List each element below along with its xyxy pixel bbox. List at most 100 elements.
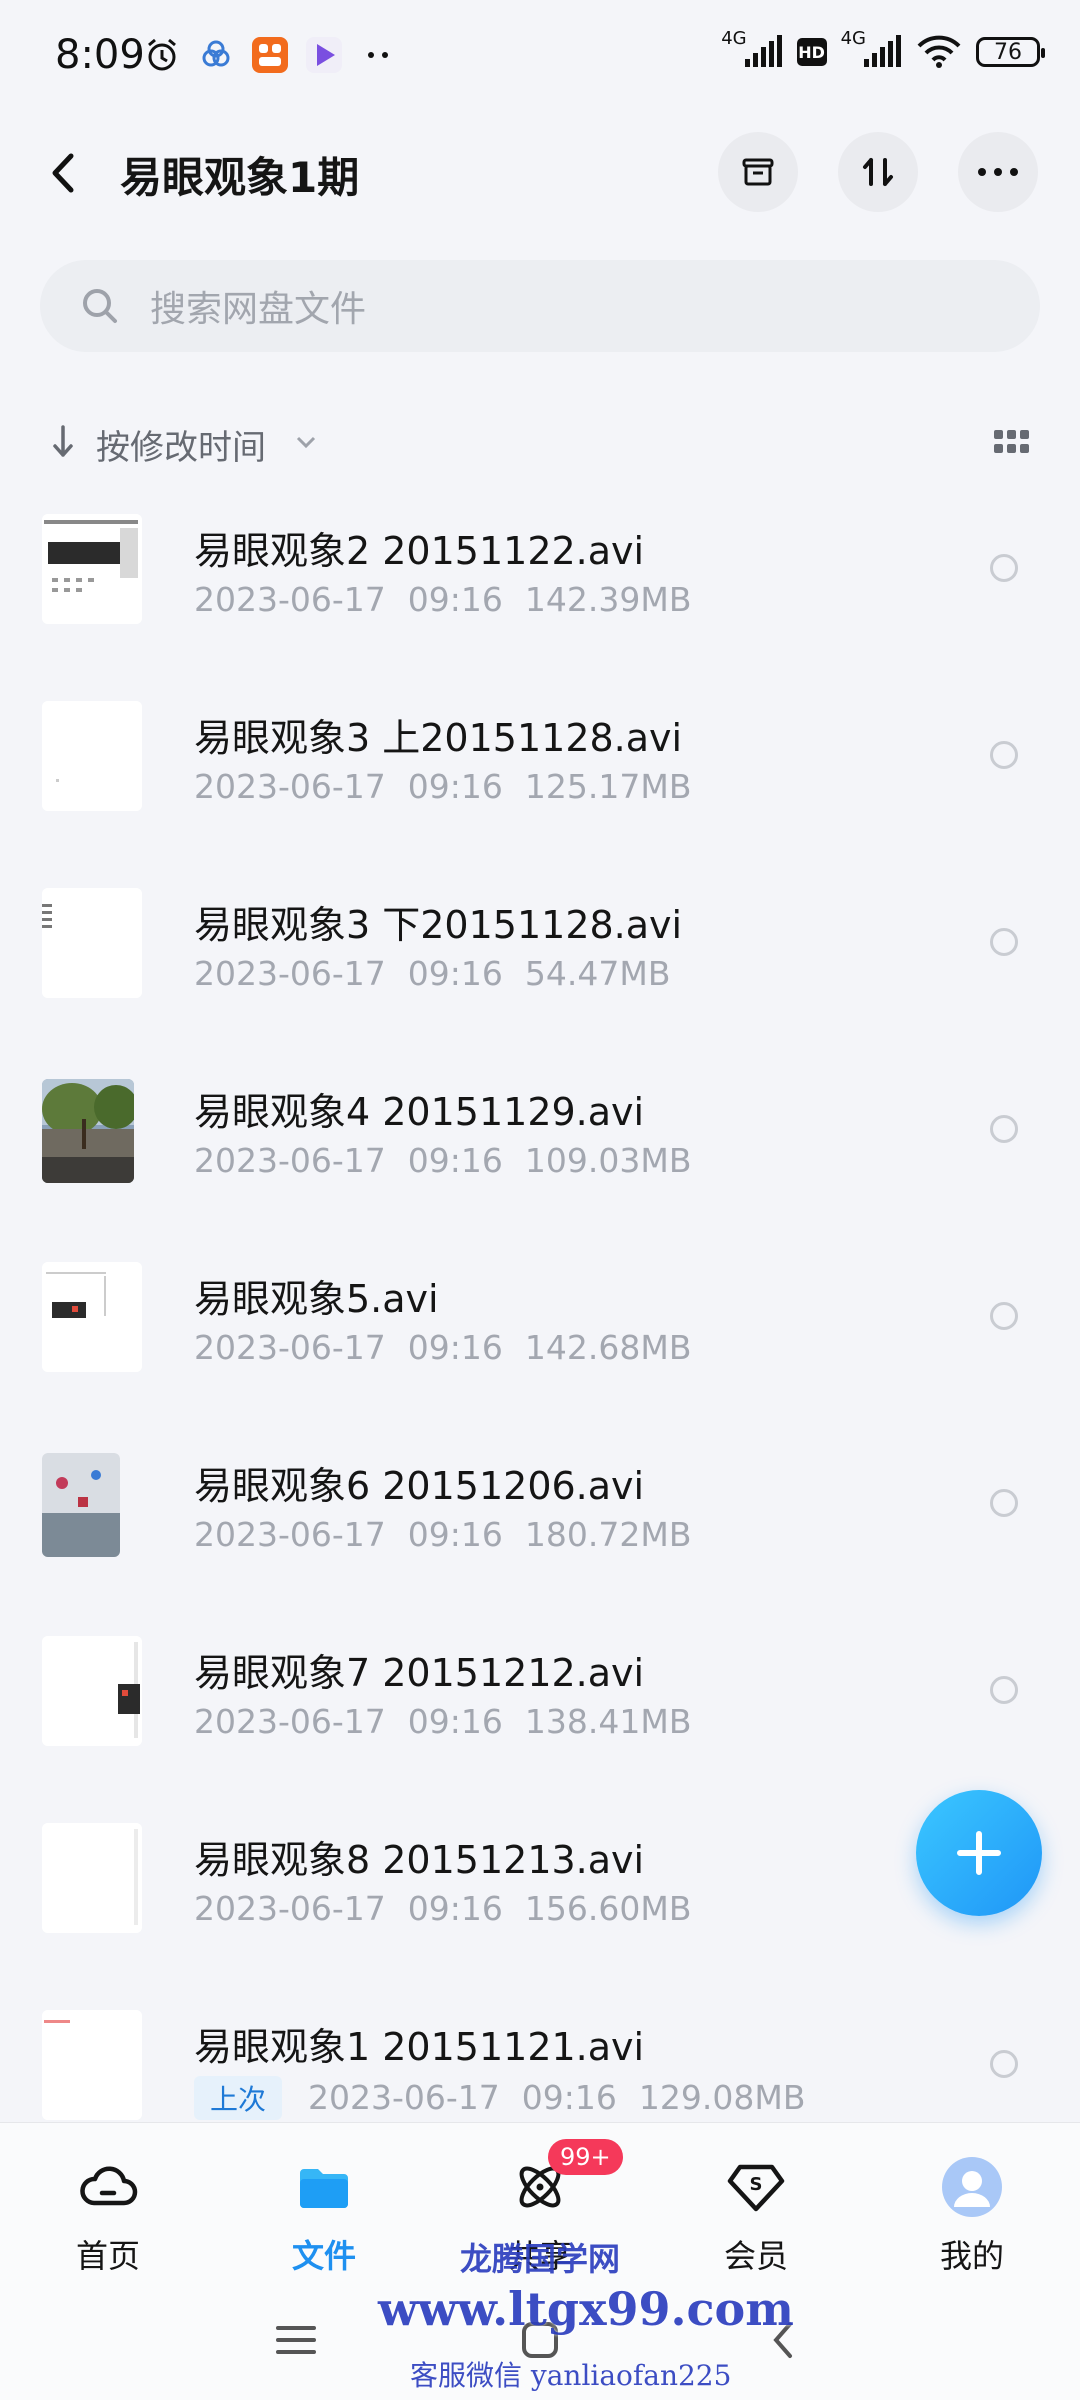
- add-button[interactable]: [916, 1790, 1042, 1916]
- select-radio[interactable]: [990, 1489, 1018, 1517]
- file-meta: 2023-06-17 09:16 180.72MB: [194, 1515, 713, 1554]
- signal-icon: [744, 35, 782, 67]
- file-date: 2023-06-17: [194, 1141, 386, 1180]
- file-size: 142.68MB: [524, 1328, 692, 1367]
- plus-icon: [957, 1831, 1001, 1875]
- file-meta: 2023-06-17 09:16 142.39MB: [194, 580, 713, 619]
- file-size: 156.60MB: [524, 1889, 692, 1928]
- list-item[interactable]: 易眼观象2 20151122.avi 2023-06-17 09:16 142.39…: [0, 500, 1080, 687]
- search-icon: [83, 289, 117, 323]
- file-meta: 2023-06-17 09:16 138.41MB: [194, 1702, 713, 1741]
- sort-arrow-icon: [53, 425, 73, 457]
- archive-icon: [742, 158, 774, 186]
- select-radio[interactable]: [990, 554, 1018, 582]
- search-placeholder: 搜索网盘文件: [150, 289, 367, 330]
- video-thumbnail: [42, 1453, 120, 1557]
- app-icon-play: [306, 37, 342, 73]
- last-viewed-badge: 上次: [194, 2076, 283, 2120]
- video-thumbnail: [42, 514, 142, 624]
- page-title: 易眼观象1期: [120, 153, 360, 202]
- file-name: 易眼观象8 20151213.avi: [194, 1838, 645, 1882]
- video-thumbnail: [42, 1262, 142, 1372]
- list-item[interactable]: 易眼观象4 20151129.avi 2023-06-17 09:16 109.03…: [0, 1061, 1080, 1248]
- file-meta: 2023-06-17 09:16 109.03MB: [194, 1141, 713, 1180]
- transfer-icon: [863, 158, 893, 186]
- file-name: 易眼观象4 20151129.avi: [194, 1090, 645, 1134]
- file-time: 09:16: [407, 1328, 503, 1367]
- transfer-button[interactable]: [838, 132, 918, 212]
- select-radio[interactable]: [990, 1302, 1018, 1330]
- file-meta: 2023-06-17 09:16 54.47MB: [194, 954, 692, 993]
- nav-vip[interactable]: S 会员: [676, 2123, 836, 2279]
- network-label-2: 4G: [840, 27, 866, 49]
- list-item[interactable]: 易眼观象3 下20151128.avi 2023-06-17 09:16 54.47…: [0, 874, 1080, 1061]
- list-item[interactable]: 易眼观象3 上20151128.avi 2023-06-17 09:16 125.1…: [0, 687, 1080, 874]
- app-icon-cloud: [202, 40, 230, 67]
- select-radio[interactable]: [990, 1676, 1018, 1704]
- file-size: 138.41MB: [524, 1702, 692, 1741]
- video-thumbnail: [42, 1823, 142, 1933]
- cloud-icon: [80, 2166, 138, 2206]
- list-item[interactable]: 易眼观象5.avi 2023-06-17 09:16 142.68MB: [0, 1248, 1080, 1435]
- video-thumbnail: [42, 1079, 134, 1183]
- select-radio[interactable]: [990, 928, 1018, 956]
- nav-label: 会员: [723, 2237, 788, 2275]
- status-left-icons: [143, 36, 397, 74]
- file-name: 易眼观象3 下20151128.avi: [194, 903, 683, 947]
- file-date: 2023-06-17: [194, 767, 386, 806]
- file-time: 09:16: [407, 1702, 503, 1741]
- file-meta: 2023-06-17 09:16 125.17MB: [194, 767, 713, 806]
- nav-files[interactable]: 文件: [244, 2123, 404, 2279]
- nav-home[interactable]: 首页: [28, 2123, 188, 2279]
- nav-label: 我的: [939, 2237, 1004, 2275]
- file-date: 2023-06-17: [194, 954, 386, 993]
- more-icon: [978, 168, 1018, 176]
- list-item[interactable]: 易眼观象7 20151212.avi 2023-06-17 09:16 138.41…: [0, 1622, 1080, 1809]
- file-size: 125.17MB: [524, 767, 692, 806]
- file-time: 09:16: [407, 1515, 503, 1554]
- video-thumbnail: [42, 2010, 142, 2120]
- watermark-title: 龙腾国学网: [460, 2240, 621, 2278]
- status-time: 8:09: [55, 32, 145, 78]
- grid-view-icon[interactable]: [994, 428, 1030, 458]
- app-icon-orange: [252, 37, 288, 73]
- file-meta: 上次 2023-06-17 09:16 129.08MB: [194, 2076, 828, 2120]
- nav-label: 文件: [291, 2237, 356, 2275]
- file-time: 09:16: [407, 954, 503, 993]
- video-thumbnail: [42, 888, 142, 998]
- video-thumbnail: [42, 1636, 142, 1746]
- nav-label: 首页: [75, 2237, 140, 2275]
- svg-text:S: S: [750, 2174, 763, 2195]
- back-button[interactable]: [40, 148, 90, 198]
- select-radio[interactable]: [990, 741, 1018, 769]
- file-size: 109.03MB: [524, 1141, 692, 1180]
- chevron-down-icon: [296, 436, 316, 449]
- more-dots-icon: [368, 52, 388, 58]
- video-thumbnail: [42, 701, 142, 811]
- status-right: 4G HD 4G 76: [721, 28, 1045, 70]
- menu-icon[interactable]: [272, 2316, 320, 2364]
- file-date: 2023-06-17: [194, 580, 386, 619]
- search-input[interactable]: 搜索网盘文件: [40, 260, 1040, 352]
- file-time: 09:16: [407, 580, 503, 619]
- alarm-icon: [148, 38, 176, 71]
- list-item[interactable]: 易眼观象6 20151206.avi 2023-06-17 09:16 180.72…: [0, 1435, 1080, 1622]
- archive-button[interactable]: [718, 132, 798, 212]
- file-name: 易眼观象5.avi: [194, 1277, 439, 1321]
- notification-badge: 99+: [548, 2139, 623, 2175]
- file-time: 09:16: [407, 1141, 503, 1180]
- select-radio[interactable]: [990, 1115, 1018, 1143]
- select-radio[interactable]: [990, 2050, 1018, 2078]
- sort-dropdown[interactable]: 按修改时间: [96, 420, 266, 469]
- more-button[interactable]: [958, 132, 1038, 212]
- file-date: 2023-06-17: [194, 1328, 386, 1367]
- file-date: 2023-06-17: [194, 1702, 386, 1741]
- folder-icon: [300, 2169, 348, 2208]
- nav-mine[interactable]: 我的: [892, 2123, 1052, 2279]
- file-meta: 2023-06-17 09:16 142.68MB: [194, 1328, 713, 1367]
- wifi-icon: [917, 35, 961, 68]
- file-size: 180.72MB: [524, 1515, 692, 1554]
- file-size: 142.39MB: [524, 580, 692, 619]
- file-time: 09:16: [407, 767, 503, 806]
- file-date: 2023-06-17: [194, 1889, 386, 1928]
